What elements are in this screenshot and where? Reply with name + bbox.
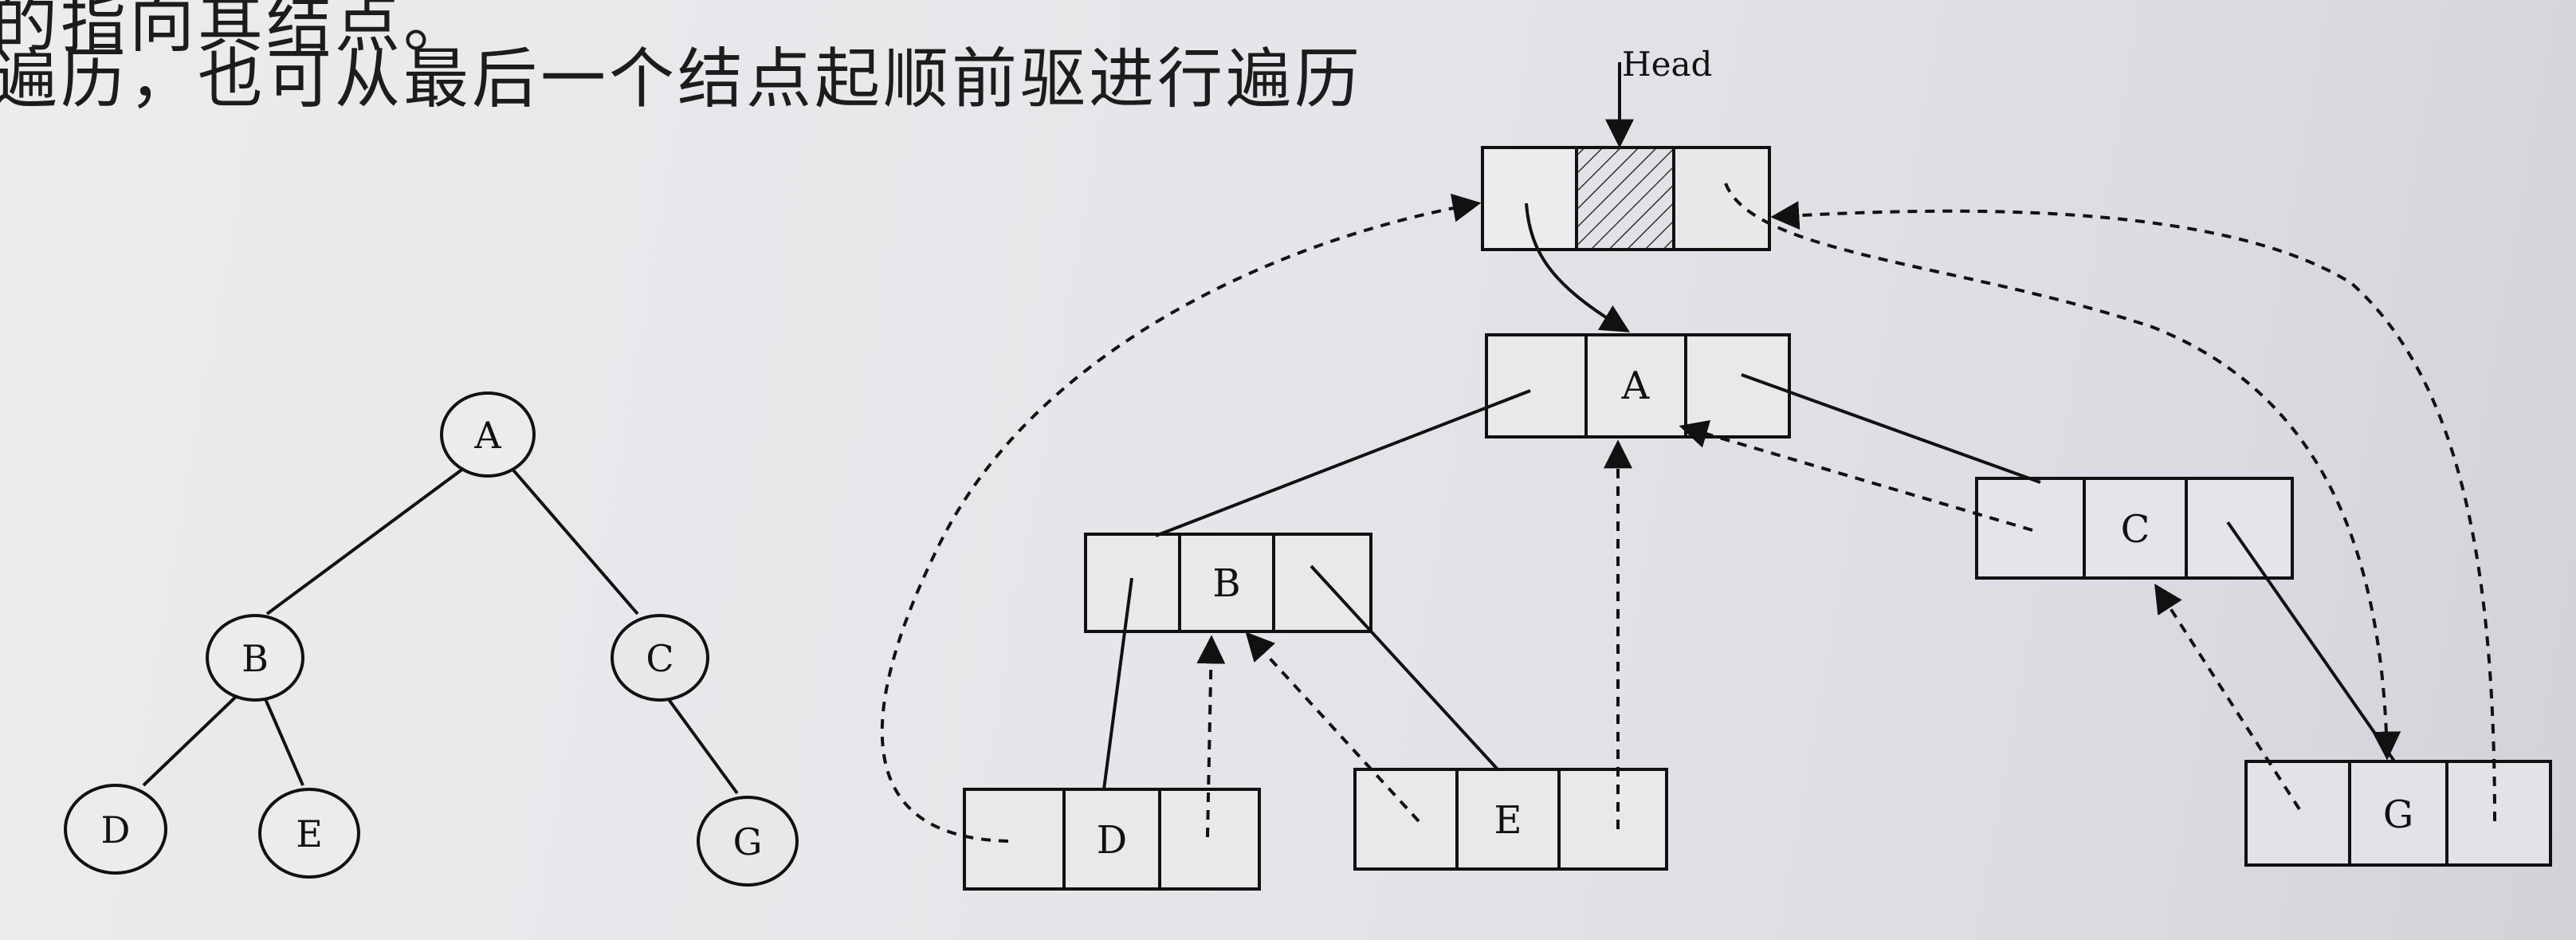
node-d-left-field — [963, 788, 1066, 891]
thread-d-to-head — [880, 193, 1482, 843]
tree-edge-a-c — [509, 465, 639, 616]
tree-edge-b-e — [261, 693, 304, 786]
tree-edge-b-d — [142, 692, 241, 787]
node-c-label: C — [2121, 507, 2150, 552]
tree-node-e-label: E — [296, 812, 323, 855]
threaded-binary-tree-figure: A B C D E G Head A B C D E G — [64, 45, 2552, 891]
tree-node-labels: A B C D E G — [101, 414, 763, 863]
node-b-label: B — [1212, 561, 1240, 606]
tree-node-b-label: B — [242, 637, 269, 680]
node-d-label: D — [1097, 818, 1127, 863]
tree-node-d-label: D — [101, 808, 131, 852]
node-e-left-field — [1353, 768, 1459, 871]
link-a-to-b — [1155, 389, 1531, 537]
head-label: Head — [1622, 45, 1712, 84]
binary-tree — [64, 391, 799, 887]
tree-edge-c-g — [660, 688, 739, 795]
tree-edge-a-b — [265, 465, 468, 616]
node-a-left-field — [1485, 333, 1588, 439]
head-node-data-field — [1575, 146, 1675, 251]
node-g-left-field — [2244, 760, 2351, 867]
tree-node-a-label: A — [473, 414, 501, 457]
link-b-to-e — [1310, 564, 1500, 772]
link-c-to-g — [2226, 521, 2397, 764]
head-node-right-field — [1672, 146, 1771, 251]
thread-e-to-b — [1245, 631, 1420, 823]
node-e-label: E — [1494, 798, 1522, 843]
head-node-left-field — [1481, 146, 1578, 251]
node-d-right-field — [1158, 788, 1261, 891]
node-g-label: G — [2383, 793, 2413, 837]
tree-node-c-label: C — [646, 637, 673, 680]
node-c-right-field — [2185, 477, 2294, 580]
node-a-label: A — [1621, 364, 1651, 408]
thread-g-to-c — [2154, 583, 2301, 811]
tree-node-g-label: G — [733, 820, 763, 863]
head-node — [1481, 146, 1771, 251]
node-e-right-field — [1557, 768, 1668, 871]
node-g-right-field — [2445, 760, 2552, 867]
